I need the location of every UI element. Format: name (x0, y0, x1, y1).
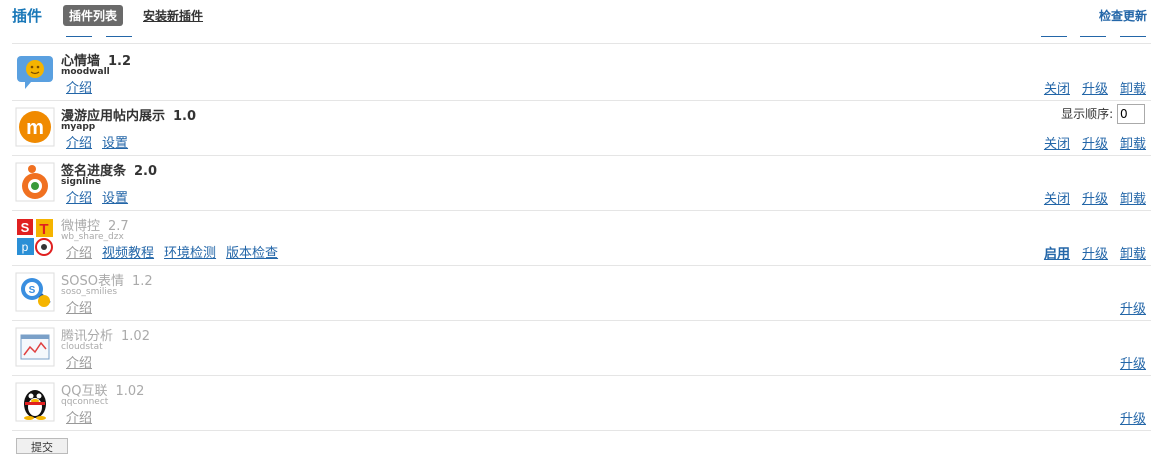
intro-link[interactable]: 介绍 (66, 191, 92, 206)
plugin-actions: 关闭 升级 卸载 (1032, 188, 1146, 207)
header-divider (1041, 36, 1067, 37)
weibo-icon: STp (15, 217, 55, 257)
uninstall-link[interactable]: 卸载 (1120, 137, 1146, 152)
check-update-link[interactable]: 检查更新 (1099, 7, 1147, 24)
top-bar: 插件 插件列表 安装新插件 检查更新 (0, 0, 1153, 30)
plugin-row: 腾讯分析 1.02 cloudstat 介绍 升级 (12, 320, 1151, 376)
upgrade-link[interactable]: 升级 (1082, 137, 1108, 152)
display-order-label: 显示顺序: (1061, 107, 1114, 121)
intro-link[interactable]: 介绍 (66, 81, 92, 96)
intro-link[interactable]: 介绍 (66, 246, 92, 261)
intro-link[interactable]: 介绍 (66, 356, 92, 371)
plugin-links: 介绍 设置 (66, 132, 138, 151)
plugin-row: QQ互联 1.02 qqconnect 介绍 升级 (12, 375, 1151, 431)
upgrade-link[interactable]: 升级 (1120, 357, 1146, 372)
signline-icon (15, 162, 55, 202)
enable-link[interactable]: 启用 (1044, 247, 1070, 262)
plugin-actions: 关闭 升级 卸载 (1032, 133, 1146, 152)
svg-text:S: S (21, 220, 30, 235)
disable-link[interactable]: 关闭 (1044, 137, 1070, 152)
plugin-identifier: signline (61, 177, 101, 187)
stats-icon (15, 327, 55, 367)
plugin-actions: 关闭 升级 卸载 (1032, 78, 1146, 97)
plugin-links: 介绍 (66, 407, 102, 426)
plugin-identifier: wb_share_dzx (61, 232, 124, 242)
plugin-row: S Tp 微博控 2.7 wb_share_dzx 介绍 视频教程 环境检测 版本检查 启用 升级卸… (12, 210, 1151, 266)
svg-text:T: T (39, 221, 48, 238)
soso-icon: S (15, 272, 55, 312)
plugin-version: 1.0 (173, 109, 197, 124)
plugin-identifier: myapp (61, 122, 96, 132)
header-divider (1120, 36, 1146, 37)
plugin-identifier: cloudstat (61, 342, 103, 352)
plugin-actions: 升级 (1108, 298, 1146, 317)
plugin-links: 介绍 设置 (66, 187, 138, 206)
manyou-icon: m (15, 107, 55, 147)
settings-link[interactable]: 设置 (102, 136, 128, 151)
page-title: 插件 (12, 7, 43, 25)
mood-icon (15, 52, 55, 92)
plugin-row: 心情墙 1.2 moodwall 介绍 关闭 升级 卸载 (12, 45, 1151, 101)
intro-link[interactable]: 介绍 (66, 301, 92, 316)
intro-link[interactable]: 介绍 (66, 411, 92, 426)
intro-link[interactable]: 介绍 (66, 136, 92, 151)
qq-penguin-icon (15, 382, 55, 422)
env-check-link[interactable]: 环境检测 (164, 246, 216, 261)
settings-link[interactable]: 设置 (102, 191, 128, 206)
plugin-links: 介绍 (66, 77, 102, 96)
plugin-actions: 启用 升级 卸载 (1032, 243, 1146, 262)
plugin-version: 1.02 (115, 384, 145, 399)
header-divider (106, 36, 132, 37)
plugin-version: 1.02 (121, 329, 150, 344)
tab-plugin-list[interactable]: 插件列表 (63, 5, 124, 26)
plugin-actions: 升级 (1108, 353, 1146, 372)
video-tutorial-link[interactable]: 视频教程 (102, 246, 154, 261)
uninstall-link[interactable]: 卸载 (1120, 192, 1146, 207)
plugin-version: 1.2 (131, 274, 153, 289)
svg-text:m: m (26, 117, 44, 139)
svg-text:p: p (22, 240, 29, 254)
uninstall-link[interactable]: 卸载 (1120, 247, 1146, 262)
plugin-links: 介绍 (66, 297, 102, 316)
version-check-link[interactable]: 版本检查 (226, 246, 278, 261)
uninstall-link[interactable]: 卸载 (1120, 82, 1146, 97)
display-order-input[interactable] (1117, 104, 1145, 124)
plugin-version: 1.2 (108, 54, 132, 69)
plugin-row: m漫游应用帖内展示1.0myapp介绍设置显示顺序: 关闭升级卸载 (12, 100, 1151, 156)
plugin-identifier: qqconnect (61, 397, 109, 407)
upgrade-link[interactable]: 升级 (1082, 247, 1108, 262)
plugin-row: S SOSO表情 1.2 soso_smilies 介绍 升级 (12, 265, 1151, 321)
list-top-border (12, 43, 1151, 44)
header-divider (66, 36, 92, 37)
plugin-identifier: soso_smilies (61, 287, 118, 297)
plugin-links: 介绍 (66, 352, 102, 371)
plugin-links: 介绍 视频教程 环境检测 版本检查 (66, 242, 288, 261)
disable-link[interactable]: 关闭 (1044, 82, 1070, 97)
upgrade-link[interactable]: 升级 (1082, 82, 1108, 97)
svg-text:S: S (29, 285, 36, 296)
submit-button[interactable]: 提交 (16, 438, 68, 454)
plugin-version: 2.0 (134, 164, 158, 179)
tab-install-plugin[interactable]: 安装新插件 (143, 7, 203, 24)
plugin-row: 签名进度条 2.0 signline 介绍 设置 关闭 升级 卸载 (12, 155, 1151, 211)
plugin-identifier: moodwall (61, 67, 110, 77)
upgrade-link[interactable]: 升级 (1082, 192, 1108, 207)
upgrade-link[interactable]: 升级 (1120, 302, 1146, 317)
header-divider (1080, 36, 1106, 37)
upgrade-link[interactable]: 升级 (1120, 412, 1146, 427)
plugin-actions: 升级 (1108, 408, 1146, 427)
display-order: 显示顺序: (1061, 104, 1145, 124)
disable-link[interactable]: 关闭 (1044, 192, 1070, 207)
